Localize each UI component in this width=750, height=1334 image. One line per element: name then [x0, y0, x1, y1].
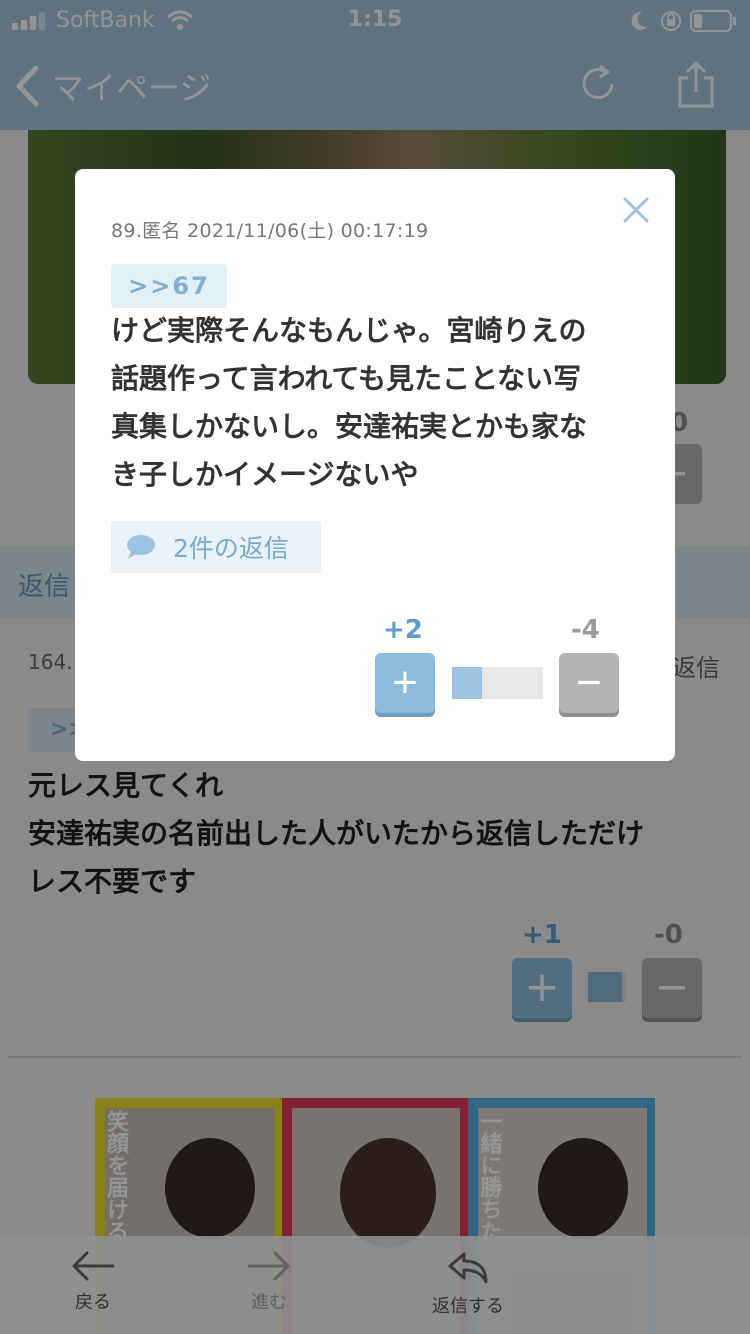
comment-body-line: 真集しかないし。安達祐実とかも家な	[111, 410, 588, 443]
speech-bubble-icon	[127, 535, 155, 559]
comment-body-line: 話題作って言われても見たことない写	[111, 362, 582, 395]
comment-meta: 89.匿名 2021/11/06(土) 00:17:19	[111, 220, 429, 242]
comment-body-line: けど実際そんなもんじゃ。宮崎りえの	[111, 314, 587, 347]
close-icon[interactable]	[621, 195, 651, 225]
downvote-button[interactable]: −	[559, 653, 619, 713]
replies-button[interactable]: 2件の返信	[111, 521, 321, 573]
score-minus: -4	[571, 615, 600, 645]
comment-body-line: き子しかイメージないや	[111, 458, 419, 491]
comment-modal: 89.匿名 2021/11/06(土) 00:17:19 >>67 けど実際そん…	[75, 169, 675, 761]
vote-ratio-bar	[452, 667, 543, 699]
comment-body: けど実際そんなもんじゃ。宮崎りえの 話題作って言われても見たことない写 真集しか…	[111, 307, 647, 499]
anchor-link[interactable]: >>67	[111, 264, 227, 308]
replies-label: 2件の返信	[173, 534, 289, 563]
upvote-button[interactable]: +	[375, 653, 435, 713]
score-plus: +2	[383, 615, 423, 645]
vote-ratio-fill	[452, 667, 483, 699]
